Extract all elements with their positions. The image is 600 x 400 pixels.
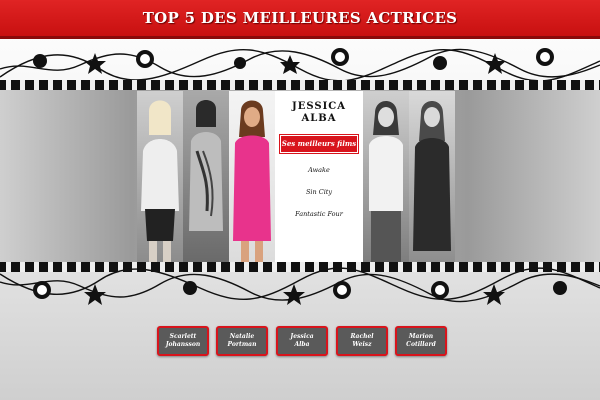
actress-photo-marion	[409, 91, 455, 262]
actress-photo-natalie	[183, 91, 229, 262]
actress-photo-jessica	[229, 91, 275, 262]
actress-photo-rachel	[363, 91, 409, 262]
films-header: Ses meilleurs films	[281, 136, 357, 152]
button-label-line1: Jessica	[290, 333, 314, 340]
actress-info-panel: JESSICA ALBA Ses meilleurs films Awake S…	[275, 91, 363, 262]
actress-button-marion[interactable]: Marion Cotillard	[395, 326, 447, 356]
button-label-line1: Rachel	[350, 333, 374, 340]
actress-photo-scarlett	[137, 91, 183, 262]
actress-button-scarlett[interactable]: Scarlett Johansson	[157, 326, 209, 356]
actress-button-jessica[interactable]: Jessica Alba	[276, 326, 328, 356]
actress-name: JESSICA ALBA	[292, 101, 346, 124]
title-bar: TOP 5 DES MEILLEURES ACTRICES	[0, 0, 600, 39]
button-label-line2: Johansson	[165, 341, 201, 348]
button-label-line2: Cotillard	[406, 341, 436, 348]
film-item[interactable]: Fantastic Four	[275, 210, 363, 218]
button-label-line1: Scarlett	[169, 333, 197, 340]
actress-button-rachel[interactable]: Rachel Weisz	[336, 326, 388, 356]
film-item[interactable]: Sin City	[275, 188, 363, 196]
button-label-line1: Marion	[408, 333, 434, 340]
decorative-swirl-band-top	[0, 39, 600, 81]
actress-selector: Scarlett Johansson Natalie Portman Jessica…	[0, 326, 600, 356]
button-label-line2: Alba	[294, 341, 310, 348]
decorative-swirl-band-bottom	[0, 266, 600, 312]
button-label-line1: Natalie	[229, 333, 255, 340]
actress-button-natalie[interactable]: Natalie Portman	[216, 326, 268, 356]
film-perforation-top	[0, 80, 600, 90]
button-label-line2: Portman	[227, 341, 257, 348]
film-item[interactable]: Awake	[275, 166, 363, 174]
page-title: TOP 5 DES MEILLEURES ACTRICES	[142, 9, 458, 27]
button-label-line2: Weisz	[352, 341, 372, 348]
